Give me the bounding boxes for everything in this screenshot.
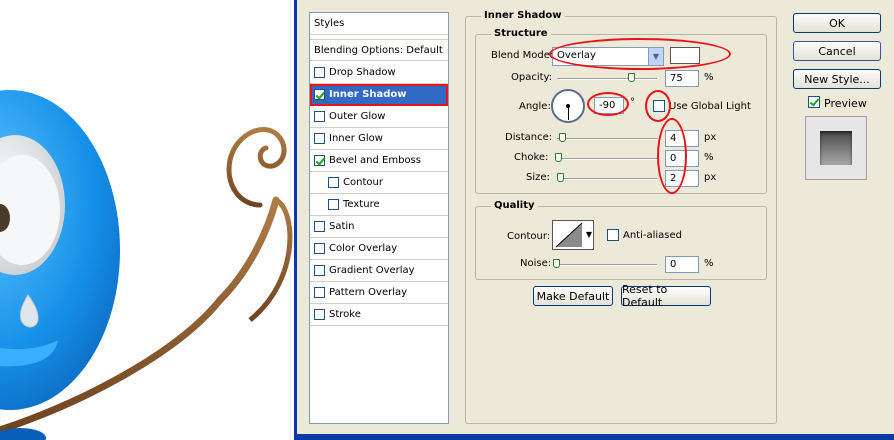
angle-dial[interactable]	[551, 89, 585, 123]
style-item-contour[interactable]: Contour	[310, 172, 448, 194]
style-item-label: Bevel and Emboss	[329, 155, 421, 166]
distance-slider[interactable]	[557, 138, 657, 140]
quality-title: Quality	[491, 200, 538, 211]
noise-label: Noise:	[520, 258, 552, 269]
style-item-bevel-and-emboss[interactable]: Bevel and Emboss	[310, 150, 448, 172]
size-unit: px	[704, 172, 717, 183]
contour-label: Contour:	[507, 231, 551, 242]
anti-aliased-checkbox[interactable]	[607, 229, 619, 241]
style-checkbox[interactable]	[314, 243, 325, 254]
chevron-down-icon[interactable]: ▼	[586, 230, 592, 239]
noise-unit: %	[704, 258, 714, 269]
style-item-label: Stroke	[329, 309, 361, 320]
style-checkbox[interactable]	[314, 133, 325, 144]
make-default-button[interactable]: Make Default	[533, 286, 613, 306]
annotation-circle	[645, 90, 671, 122]
contour-picker[interactable]: ▼	[552, 220, 594, 250]
style-checkbox[interactable]	[314, 287, 325, 298]
style-checkbox[interactable]	[314, 111, 325, 122]
style-checkbox[interactable]	[314, 221, 325, 232]
style-checkbox[interactable]	[314, 265, 325, 276]
style-item-pattern-overlay[interactable]: Pattern Overlay	[310, 282, 448, 304]
style-item-label: Drop Shadow	[329, 67, 396, 78]
styles-list: Styles Blending Options: Default Drop Sh…	[309, 12, 449, 424]
noise-slider-thumb[interactable]	[553, 259, 560, 268]
reset-to-default-button[interactable]: Reset to Default	[621, 283, 711, 309]
character-artwork	[0, 90, 293, 440]
opacity-label: Opacity:	[511, 72, 553, 83]
annotation-circle	[587, 92, 629, 116]
use-global-light-label[interactable]: Use Global Light	[669, 101, 751, 112]
style-item-label: Pattern Overlay	[329, 287, 408, 298]
style-item-label: Inner Shadow	[329, 89, 407, 100]
style-item-gradient-overlay[interactable]: Gradient Overlay	[310, 260, 448, 282]
opacity-slider-thumb[interactable]	[628, 73, 635, 82]
style-checkbox[interactable]	[314, 89, 325, 100]
style-item-label: Color Overlay	[329, 243, 398, 254]
opacity-slider[interactable]	[557, 78, 657, 80]
preview-checkbox[interactable]	[808, 96, 820, 108]
noise-slider[interactable]	[555, 264, 657, 266]
choke-unit: %	[704, 152, 714, 163]
opacity-field[interactable]: 75	[665, 70, 699, 87]
style-preview-thumbnail	[805, 116, 867, 180]
style-item-outer-glow[interactable]: Outer Glow	[310, 106, 448, 128]
anti-aliased-label[interactable]: Anti-aliased	[623, 230, 682, 241]
style-item-stroke[interactable]: Stroke	[310, 304, 448, 326]
annotation-circle	[657, 118, 687, 194]
style-item-inner-shadow[interactable]: Inner Shadow	[310, 84, 448, 106]
style-checkbox[interactable]	[314, 309, 325, 320]
angle-label: Angle:	[519, 101, 551, 112]
window-frame	[294, 434, 894, 440]
contour-preview-icon	[555, 222, 583, 248]
blending-options-item[interactable]: Blending Options: Default	[310, 39, 448, 61]
styles-header[interactable]: Styles	[310, 13, 448, 35]
annotation-circle	[549, 38, 731, 70]
style-item-color-overlay[interactable]: Color Overlay	[310, 238, 448, 260]
distance-slider-thumb[interactable]	[559, 133, 566, 142]
vine-spiral	[226, 127, 287, 208]
style-checkbox[interactable]	[328, 199, 339, 210]
style-item-label: Inner Glow	[329, 133, 383, 144]
choke-slider-thumb[interactable]	[555, 153, 562, 162]
style-item-label: Gradient Overlay	[329, 265, 415, 276]
angle-unit: °	[630, 97, 635, 108]
opacity-unit: %	[704, 72, 714, 83]
size-slider-thumb[interactable]	[557, 173, 564, 182]
choke-label: Choke:	[514, 152, 549, 163]
style-item-label: Outer Glow	[329, 111, 386, 122]
new-style-button[interactable]: New Style...	[793, 69, 881, 89]
preview-label[interactable]: Preview	[824, 97, 867, 110]
style-item-texture[interactable]: Texture	[310, 194, 448, 216]
distance-label: Distance:	[505, 132, 553, 143]
style-item-drop-shadow[interactable]: Drop Shadow	[310, 62, 448, 84]
style-checkbox[interactable]	[314, 155, 325, 166]
distance-unit: px	[704, 132, 717, 143]
ok-button[interactable]: OK	[793, 13, 881, 33]
inner-shadow-title: Inner Shadow	[481, 10, 565, 21]
size-slider[interactable]	[557, 178, 657, 180]
quality-group	[475, 206, 767, 280]
cancel-button[interactable]: Cancel	[793, 41, 881, 61]
choke-slider[interactable]	[557, 158, 657, 160]
structure-title: Structure	[491, 28, 551, 39]
style-item-label: Texture	[343, 199, 380, 210]
style-item-label: Contour	[343, 177, 383, 188]
style-item-label: Satin	[329, 221, 355, 232]
style-item-satin[interactable]: Satin	[310, 216, 448, 238]
size-label: Size:	[526, 172, 550, 183]
style-checkbox[interactable]	[328, 177, 339, 188]
noise-field[interactable]: 0	[665, 256, 699, 273]
style-item-inner-glow[interactable]: Inner Glow	[310, 128, 448, 150]
blend-mode-label: Blend Mode:	[491, 50, 554, 61]
style-checkbox[interactable]	[314, 67, 325, 78]
layer-style-dialog: Styles Blending Options: Default Drop Sh…	[294, 0, 894, 440]
